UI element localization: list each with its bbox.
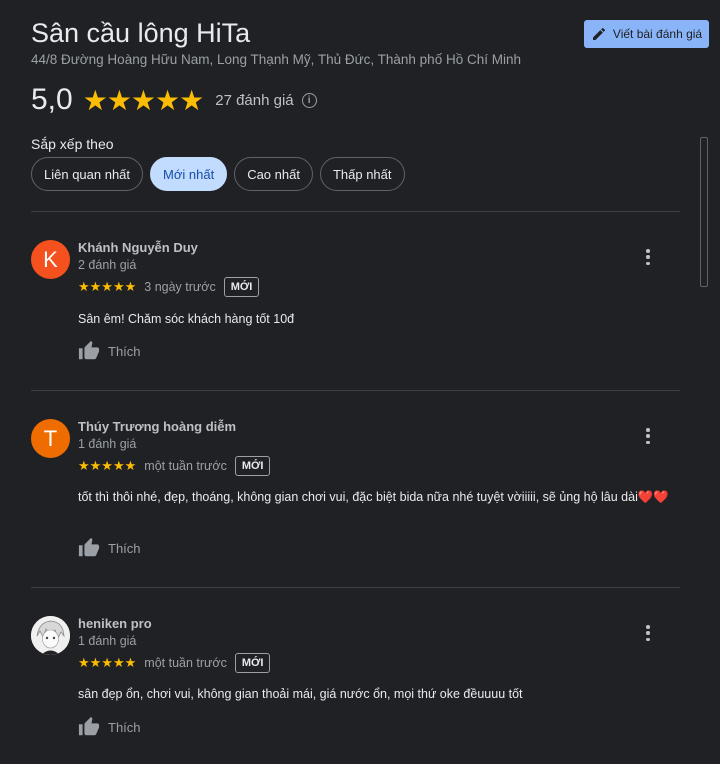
rating-summary: 5,0 ★★★★★ 27 đánh giá i [31, 83, 317, 117]
thumbs-up-icon [78, 340, 100, 360]
review-count: 27 đánh giá [215, 91, 294, 109]
review-time: một tuần trước [144, 459, 227, 473]
rating-stars: ★★★★★ [82, 84, 205, 116]
avatar[interactable]: T [31, 419, 70, 458]
new-badge: MỚI [234, 653, 271, 673]
review-item: heniken pro 1 đánh giá ★★★★★ một tuần tr… [31, 616, 681, 756]
like-button[interactable]: Thích [78, 537, 141, 559]
place-title: Sân cầu lông HiTa [31, 18, 251, 48]
more-options-icon[interactable] [643, 247, 653, 267]
reviewer-name[interactable]: heniken pro [78, 616, 152, 631]
new-badge: MỚI [234, 456, 271, 476]
reviewer-review-count: 2 đánh giá [78, 258, 137, 272]
sort-chip-relevant[interactable]: Liên quan nhất [31, 157, 144, 191]
reviewer-review-count: 1 đánh giá [78, 437, 137, 451]
review-text: sân đẹp ổn, chơi vui, không gian thoải m… [78, 687, 523, 701]
review-stars: ★★★★★ [78, 279, 137, 294]
scrollbar[interactable] [700, 137, 708, 287]
review-time: 3 ngày trước [144, 280, 216, 294]
review-stars: ★★★★★ [78, 458, 137, 473]
new-badge: MỚI [223, 277, 260, 297]
sort-chips: Liên quan nhất Mới nhất Cao nhất Thấp nh… [31, 157, 405, 191]
review-item: K Khánh Nguyễn Duy 2 đánh giá ★★★★★ 3 ng… [31, 240, 681, 380]
avatar-photo-icon [31, 616, 70, 655]
write-review-button[interactable]: Viết bài đánh giá [584, 20, 709, 48]
info-icon[interactable]: i [301, 92, 317, 108]
sort-label: Sắp xếp theo [31, 136, 114, 152]
more-options-icon[interactable] [643, 623, 653, 643]
divider [31, 390, 680, 391]
more-options-icon[interactable] [643, 426, 653, 446]
like-label: Thích [108, 719, 141, 735]
reviewer-name[interactable]: Thúy Trương hoàng diễm [78, 419, 236, 434]
sort-chip-highest[interactable]: Cao nhất [234, 157, 313, 191]
review-time: một tuần trước [144, 656, 227, 670]
sort-chip-lowest[interactable]: Thấp nhất [319, 157, 405, 191]
divider [31, 587, 680, 588]
avatar[interactable] [31, 616, 70, 655]
like-label: Thích [108, 343, 141, 359]
thumbs-up-icon [78, 716, 100, 736]
sort-chip-newest[interactable]: Mới nhất [150, 157, 228, 191]
review-stars: ★★★★★ [78, 655, 137, 670]
review-item: T Thúy Trương hoàng diễm 1 đánh giá ★★★★… [31, 419, 681, 579]
like-button[interactable]: Thích [78, 716, 141, 738]
review-text: tốt thì thôi nhé, đẹp, thoáng, không gia… [78, 490, 669, 504]
reviewer-name[interactable]: Khánh Nguyễn Duy [78, 240, 198, 255]
write-review-label: Viết bài đánh giá [612, 27, 703, 41]
thumbs-up-icon [78, 537, 100, 557]
review-meta: ★★★★★ một tuần trước MỚI [78, 652, 271, 674]
divider [31, 211, 680, 212]
reviewer-review-count: 1 đánh giá [78, 634, 137, 648]
place-address: 44/8 Đường Hoàng Hữu Nam, Long Thạnh Mỹ,… [31, 52, 521, 67]
like-button[interactable]: Thích [78, 340, 141, 362]
review-meta: ★★★★★ 3 ngày trước MỚI [78, 276, 260, 298]
review-meta: ★★★★★ một tuần trước MỚI [78, 455, 271, 477]
rating-value: 5,0 [31, 83, 73, 116]
like-label: Thích [108, 540, 141, 556]
review-text: Sân êm! Chăm sóc khách hàng tốt 10đ [78, 312, 295, 326]
avatar[interactable]: K [31, 240, 70, 279]
pencil-icon [592, 27, 605, 40]
